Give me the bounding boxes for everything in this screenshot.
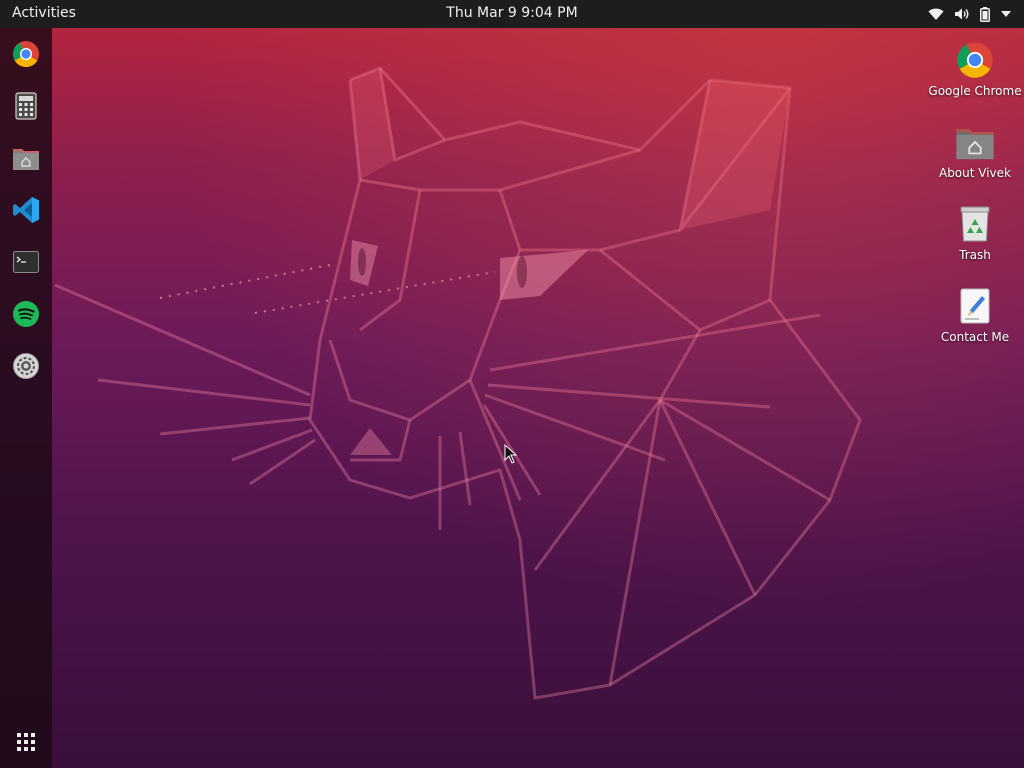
dock-item-terminal[interactable]: [8, 244, 44, 280]
chrome-icon: [953, 38, 997, 82]
desktop-icon-trash[interactable]: Trash: [925, 202, 1024, 262]
dock-item-vscode[interactable]: [8, 192, 44, 228]
trash-icon: [953, 202, 997, 246]
dock-item-google-chrome[interactable]: [8, 36, 44, 72]
text-editor-icon: [953, 284, 997, 328]
terminal-icon: [13, 251, 39, 273]
desktop-icon-contact-me[interactable]: Contact Me: [925, 284, 1024, 344]
settings-icon: [13, 353, 39, 379]
system-menu-arrow-icon[interactable]: [1000, 10, 1012, 18]
home-folder-icon: [13, 149, 39, 170]
desktop-icon-label: About Vivek: [938, 166, 1011, 180]
desktop-icon-label: Google Chrome: [928, 84, 1022, 98]
battery-icon[interactable]: [980, 6, 990, 22]
clock-area: Thu Mar 9 9:04 PM: [0, 5, 1024, 21]
spotify-icon: [13, 301, 39, 327]
dock-item-settings[interactable]: [8, 348, 44, 384]
desktop-icon-label: Contact Me: [940, 330, 1010, 344]
top-bar: Activities Thu Mar 9 9:04 PM: [0, 0, 1024, 28]
system-tray[interactable]: [928, 5, 1012, 23]
desktop-icon-google-chrome[interactable]: Google Chrome: [925, 38, 1024, 98]
dock-item-spotify[interactable]: [8, 296, 44, 332]
calculator-icon: [15, 92, 37, 120]
dock-item-files[interactable]: [8, 140, 44, 176]
wallpaper-cat-art: [54, 66, 862, 700]
dock: [0, 28, 52, 768]
dock-item-calculator[interactable]: [8, 88, 44, 124]
volume-icon[interactable]: [954, 7, 970, 21]
desktop-icon-about-vivek[interactable]: About Vivek: [925, 120, 1024, 180]
show-applications-button[interactable]: [8, 724, 44, 760]
desktop-icon-label: Trash: [959, 248, 991, 262]
chrome-icon: [12, 41, 39, 68]
date-time-button[interactable]: Thu Mar 9 9:04 PM: [446, 5, 577, 21]
app-grid-icon: [17, 733, 35, 751]
wifi-icon[interactable]: [928, 7, 944, 21]
activities-button[interactable]: Activities: [12, 5, 76, 21]
home-folder-icon: [953, 120, 997, 164]
vscode-icon: [13, 197, 39, 223]
desktop-wallpaper: [0, 0, 1024, 768]
mouse-pointer-icon: [504, 444, 518, 464]
